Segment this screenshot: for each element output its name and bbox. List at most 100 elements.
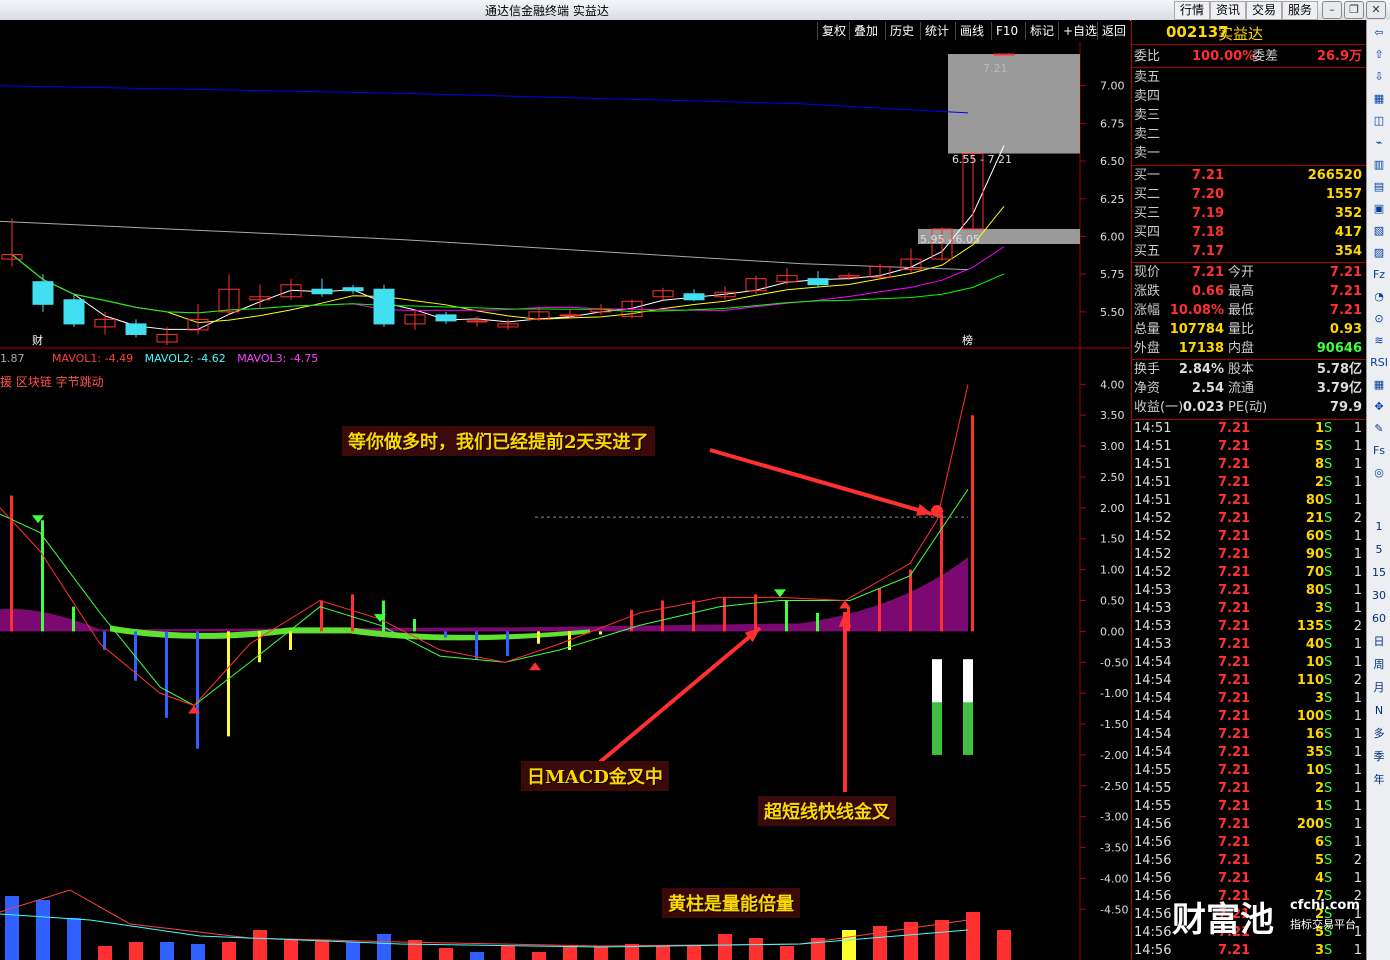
kline-icon[interactable]: ▥: [1369, 156, 1389, 174]
indicator-tick-label: 1.50: [1100, 533, 1125, 546]
tick-row: 14:52 7.21 21 S 2: [1134, 511, 1362, 526]
annotation-bought-early: 等你做多时，我们已经提前2天买进了: [342, 426, 655, 456]
volume-bar: [191, 944, 205, 960]
menu-service[interactable]: 服务: [1282, 1, 1319, 20]
grid-icon[interactable]: ▦: [1369, 90, 1389, 108]
close-icon[interactable]: ✕: [1366, 1, 1386, 19]
menu-market[interactable]: 行情: [1174, 1, 1211, 20]
indicator-tick-label: -4.50: [1100, 903, 1128, 916]
period-button-6[interactable]: 周: [1369, 656, 1389, 674]
tick-row: 14:54 7.21 3 S 1: [1134, 691, 1362, 706]
down-icon[interactable]: ⇩: [1369, 68, 1389, 86]
line-chart-icon[interactable]: ⌁: [1369, 134, 1389, 152]
volume-bar: [935, 920, 949, 960]
volume-bar: [470, 952, 484, 960]
f10-icon[interactable]: ▧: [1369, 222, 1389, 240]
macd-histogram-bar: [816, 612, 819, 632]
indicator-tick-label: 3.50: [1100, 409, 1125, 422]
tick-row: 14:56 7.21 5 S 2: [1134, 853, 1362, 868]
up-icon[interactable]: ⇧: [1369, 46, 1389, 64]
candle-body: [373, 288, 395, 325]
volume-ratio-bar: [963, 702, 973, 755]
rsi-icon[interactable]: RSI: [1369, 354, 1389, 372]
stock-header: 002137 实益达: [1132, 20, 1366, 45]
chart-area[interactable]: 7.00 6.75 6.50 6.25 6.00 5.75 5.50 4.00 3.50 3.0…: [0, 42, 1130, 960]
split-icon[interactable]: ◫: [1369, 112, 1389, 130]
quote-row: 涨跌 0.66 最高 7.21: [1134, 284, 1362, 299]
minimize-icon[interactable]: –: [1322, 1, 1342, 19]
period-button-7[interactable]: 月: [1369, 679, 1389, 697]
period-button-8[interactable]: N: [1369, 702, 1389, 720]
volume-bar: [966, 912, 980, 960]
table-icon[interactable]: ▦: [1369, 376, 1389, 394]
macd-histogram-bar: [785, 600, 788, 632]
price-tick-label: 6.25: [1100, 193, 1125, 206]
quote-panel: 002137 实益达 委比 100.00% 委差 26.9万 卖五 卖四 卖三 卖二卖…: [1131, 20, 1366, 960]
period-button-2[interactable]: 15: [1369, 564, 1389, 582]
gap-label-mid: 6.55 - 7.21: [952, 153, 1012, 166]
price-tick-label: 5.50: [1100, 306, 1125, 319]
macd-histogram-bar: [940, 514, 943, 632]
period-button-9[interactable]: 多: [1369, 725, 1389, 743]
bid-row: 买五 7.17 354: [1134, 244, 1362, 259]
tick-row: 14:53 7.21 80 S 1: [1134, 583, 1362, 598]
volume-bar: [780, 946, 794, 960]
toolbar-history[interactable]: 历史: [885, 22, 918, 40]
indicator-tick-label: -1.00: [1100, 687, 1128, 700]
tick-row: 14:52 7.21 70 S 1: [1134, 565, 1362, 580]
tick-row: 14:56 7.21 6 S 1: [1134, 835, 1362, 850]
toolbar-draw[interactable]: 画线: [955, 22, 988, 40]
annotation-yellow-volume: 黄柱是量能倍量: [662, 888, 800, 918]
toolbar-overlay[interactable]: 叠加: [849, 22, 882, 40]
macd-histogram-bar: [72, 606, 75, 632]
toolbar-mark[interactable]: 标记: [1025, 22, 1058, 40]
toolbar-back[interactable]: 返回: [1097, 22, 1130, 40]
list-icon[interactable]: ▤: [1369, 178, 1389, 196]
period-button-1[interactable]: 5: [1369, 541, 1389, 559]
move-icon[interactable]: ✥: [1369, 398, 1389, 416]
clock-icon[interactable]: ◔: [1369, 288, 1389, 306]
tick-row: 14:56 7.21 200 S 1: [1134, 817, 1362, 832]
fs-icon[interactable]: Fs: [1369, 442, 1389, 460]
info-icon[interactable]: ▨: [1369, 244, 1389, 262]
tick-row: 14:52 7.21 90 S 1: [1134, 547, 1362, 562]
volume-bar: [501, 946, 515, 960]
volume-bar: [98, 946, 112, 960]
menu-news[interactable]: 资讯: [1210, 1, 1247, 20]
macd-histogram-bar: [878, 588, 881, 632]
macd-histogram-bar: [661, 600, 664, 632]
period-button-11[interactable]: 年: [1369, 771, 1389, 789]
box-icon[interactable]: ▣: [1369, 200, 1389, 218]
pencil-icon[interactable]: ✎: [1369, 420, 1389, 438]
toolbar-watchlist[interactable]: +自选: [1058, 22, 1101, 40]
macd-histogram-bar: [723, 597, 726, 632]
target-icon[interactable]: ⊙: [1369, 310, 1389, 328]
period-button-4[interactable]: 60: [1369, 610, 1389, 628]
indicator-tick-label: 1.00: [1100, 564, 1125, 577]
price-tick-label: 6.50: [1100, 155, 1125, 168]
volume-bar: [5, 896, 19, 960]
toolbar-fuquan[interactable]: 复权: [817, 22, 850, 40]
toolbar-stats[interactable]: 统计: [920, 22, 953, 40]
menu-trade[interactable]: 交易: [1246, 1, 1283, 20]
toolbar-f10[interactable]: F10: [991, 22, 1022, 40]
tick-row: 14:51 7.21 2 S 1: [1134, 475, 1362, 490]
annotation-macd-cross: 日MACD金叉中: [521, 761, 669, 791]
volume-bar: [594, 946, 608, 960]
back-icon[interactable]: ⇦: [1369, 24, 1389, 42]
period-button-5[interactable]: 日: [1369, 633, 1389, 651]
volume-bar: [408, 940, 422, 960]
period-button-10[interactable]: 季: [1369, 748, 1389, 766]
period-button-3[interactable]: 30: [1369, 587, 1389, 605]
indicator-tick-label: 3.00: [1100, 440, 1125, 453]
volume-bar: [718, 934, 732, 960]
restore-icon[interactable]: ❐: [1344, 1, 1364, 19]
indicator-tick-label: -2.00: [1100, 749, 1128, 762]
period-button-0[interactable]: 1: [1369, 518, 1389, 536]
wave-icon[interactable]: ≋: [1369, 332, 1389, 350]
refresh-icon[interactable]: ◎: [1369, 464, 1389, 482]
volume-bar: [160, 942, 174, 960]
tick-row: 14:54 7.21 100 S 1: [1134, 709, 1362, 724]
price-tick-label: 6.00: [1100, 230, 1125, 243]
fz-icon[interactable]: Fz: [1369, 266, 1389, 284]
